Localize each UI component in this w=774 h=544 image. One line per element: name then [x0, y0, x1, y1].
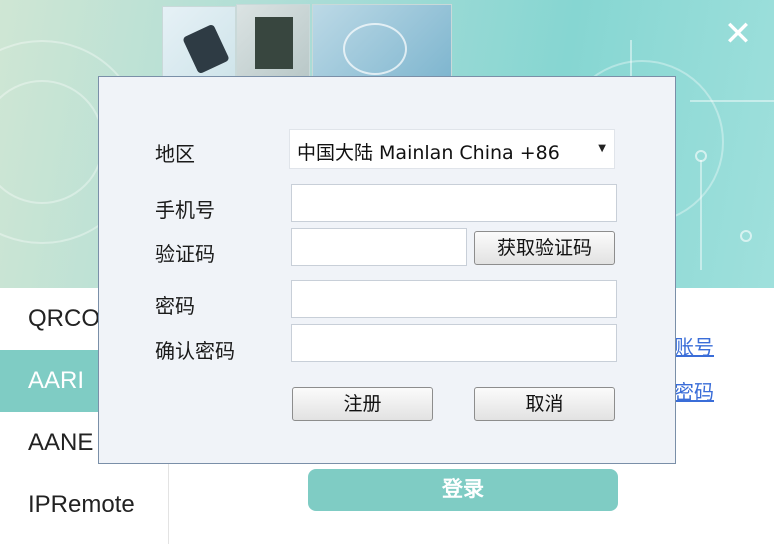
- password-label: 密码: [155, 294, 195, 318]
- register-button[interactable]: 注册: [292, 387, 433, 421]
- preview-image-phone: [162, 6, 236, 78]
- region-value: 中国大陆 Mainlan China +86: [297, 142, 560, 164]
- get-code-button[interactable]: 获取验证码: [474, 231, 615, 265]
- preview-image-touch: [312, 4, 452, 78]
- phone-input[interactable]: [291, 184, 617, 222]
- confirm-password-input[interactable]: [291, 324, 617, 362]
- decor-line: [700, 160, 702, 270]
- decor-dot: [695, 150, 707, 162]
- chevron-down-icon: ▼: [598, 143, 606, 154]
- cancel-button[interactable]: 取消: [474, 387, 615, 421]
- region-label: 地区: [155, 142, 195, 166]
- login-button[interactable]: 登录: [308, 469, 618, 511]
- verification-code-label: 验证码: [155, 242, 215, 266]
- preview-image-tablet: [236, 4, 310, 78]
- password-link[interactable]: 密码: [674, 376, 714, 405]
- password-input[interactable]: [291, 280, 617, 318]
- close-icon[interactable]: ✕: [722, 17, 754, 51]
- account-link[interactable]: 账号: [674, 331, 714, 360]
- confirm-password-label: 确认密码: [155, 339, 235, 363]
- verification-code-input[interactable]: [291, 228, 467, 266]
- sidebar-item-ipremote[interactable]: IPRemote: [0, 474, 168, 536]
- decor-dot: [740, 230, 752, 242]
- region-select[interactable]: 中国大陆 Mainlan China +86 ▼: [289, 129, 615, 169]
- decor-line: [690, 100, 774, 102]
- register-dialog: 地区 中国大陆 Mainlan China +86 ▼ 手机号 验证码 获取验证…: [98, 76, 676, 464]
- phone-label: 手机号: [155, 198, 215, 222]
